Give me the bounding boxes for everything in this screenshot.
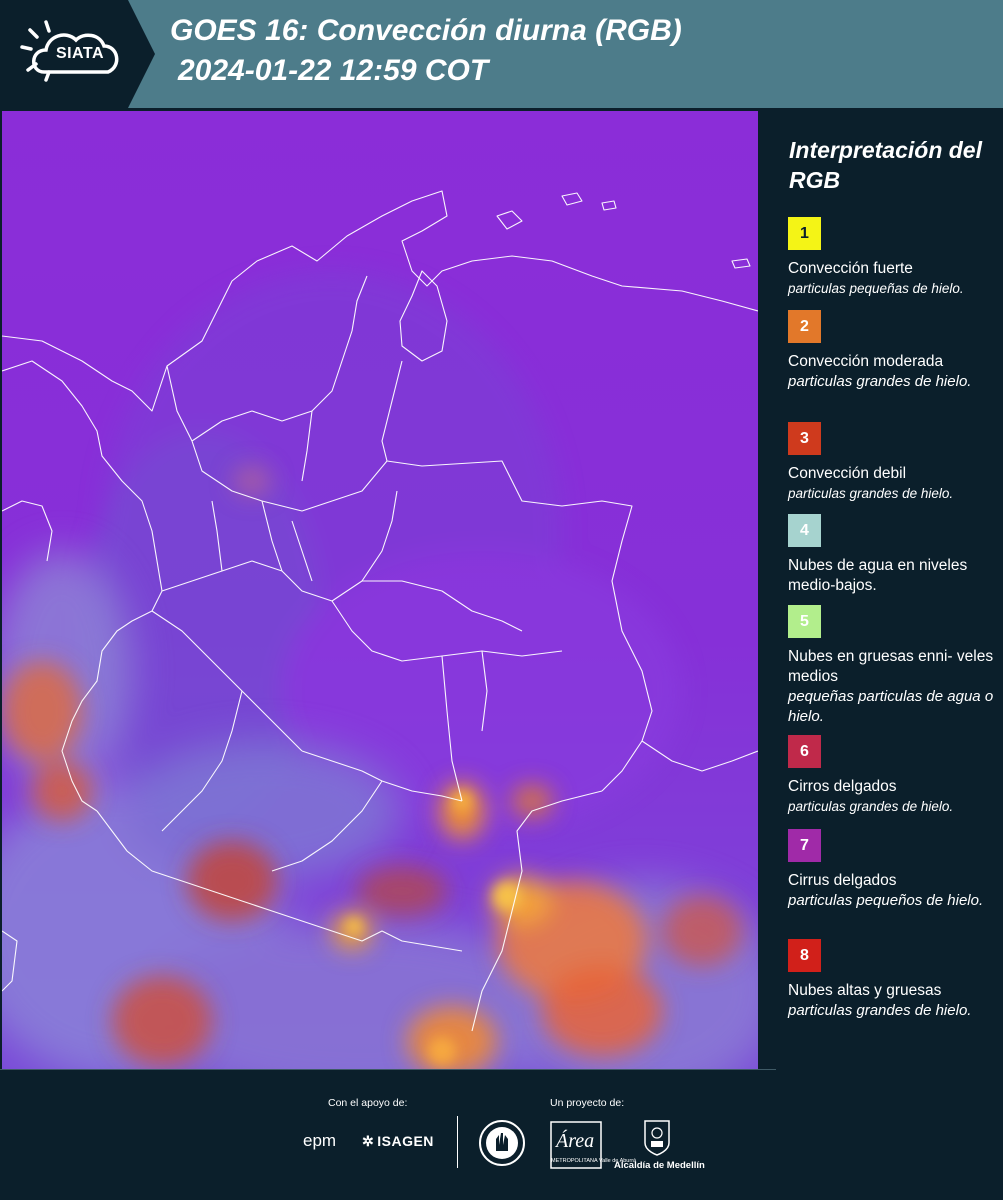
isagen-logo: ✲ ISAGEN — [362, 1133, 434, 1150]
legend-swatch: 1 — [788, 217, 821, 250]
legend-item-name: Convección moderada — [788, 353, 944, 370]
legend-item: 4 Nubes de agua en niveles medio-bajos. — [788, 514, 998, 596]
legend-swatch: 3 — [788, 422, 821, 455]
legend-swatch: 5 — [788, 605, 821, 638]
legend-item-name: Nubes en gruesas enni- veles medios — [788, 648, 994, 685]
isagen-text: ISAGEN — [377, 1133, 434, 1149]
legend-item-name: Convección fuerte — [788, 260, 913, 277]
legend-panel: Interpretación del RGB 1 Convección fuer… — [762, 111, 1003, 1069]
legend-item-desc: particulas grandes de hielo. — [788, 373, 972, 390]
legend-item-desc: pequeñas particulas de agua o hielo. — [788, 688, 994, 725]
alcaldia-shield-icon — [644, 1120, 670, 1156]
footer-vertical-divider — [457, 1116, 458, 1168]
siata-logo-text: SIATA — [55, 45, 105, 62]
legend-item-name: Cirros delgados — [788, 778, 897, 795]
footer-divider-line — [0, 1069, 776, 1070]
legend-item: 5 Nubes en gruesas enni- veles medios pe… — [788, 605, 998, 727]
page-title: GOES 16: Convección diurna (RGB) — [170, 14, 682, 47]
legend-swatch: 8 — [788, 939, 821, 972]
legend-swatch: 4 — [788, 514, 821, 547]
legend-item-name: Nubes altas y gruesas — [788, 982, 942, 999]
legend-item-desc: particulas grandes de hielo. — [788, 799, 954, 814]
legend-swatch: 2 — [788, 310, 821, 343]
footer: Con el apoyo de: Un proyecto de: epm ✲ IS… — [0, 1069, 1003, 1200]
legend-item: 8 Nubes altas y gruesas particulas grand… — [788, 939, 998, 1021]
legend-item: 3 Convección debil particulas grandes de… — [788, 422, 998, 504]
legend-item-desc: particulas grandes de hielo. — [788, 1002, 972, 1019]
legend-item-name: Convección debil — [788, 465, 907, 482]
satellite-map — [2, 111, 758, 1069]
siata-logo: SIATA — [0, 0, 155, 108]
area-script-text: Área — [554, 1129, 594, 1152]
header-bar: SIATA GOES 16: Convección diurna (RGB) 2… — [0, 0, 1003, 108]
legend-swatch: 7 — [788, 829, 821, 862]
alcaldia-text: Alcaldía de Medellín — [614, 1160, 705, 1171]
medellin-seal-icon — [479, 1120, 525, 1166]
legend-item-desc: particulas pequeños de hielo. — [788, 892, 984, 909]
legend-item: 6 Cirros delgados particulas grandes de … — [788, 735, 998, 817]
timestamp: 2024-01-22 12:59 COT — [178, 54, 489, 87]
legend-item: 2 Convección moderada particulas grandes… — [788, 310, 998, 392]
legend-item-desc: particulas pequeñas de hielo. — [788, 281, 964, 296]
legend-item: 7 Cirrus delgados particulas pequeños de… — [788, 829, 998, 911]
support-label: Con el apoyo de: — [328, 1097, 408, 1109]
isagen-mark-icon: ✲ — [362, 1133, 375, 1149]
legend-item: 1 Convección fuerte particulas pequeñas … — [788, 217, 998, 299]
epm-logo: epm — [303, 1131, 337, 1150]
legend-item-name: Cirrus delgados — [788, 872, 897, 889]
legend-swatch: 6 — [788, 735, 821, 768]
project-label: Un proyecto de: — [550, 1097, 625, 1109]
legend-item-name: Nubes de agua en niveles medio-bajos. — [788, 557, 968, 594]
legend-item-desc: particulas grandes de hielo. — [788, 486, 954, 501]
legend-title: Interpretación del RGB — [789, 137, 982, 193]
